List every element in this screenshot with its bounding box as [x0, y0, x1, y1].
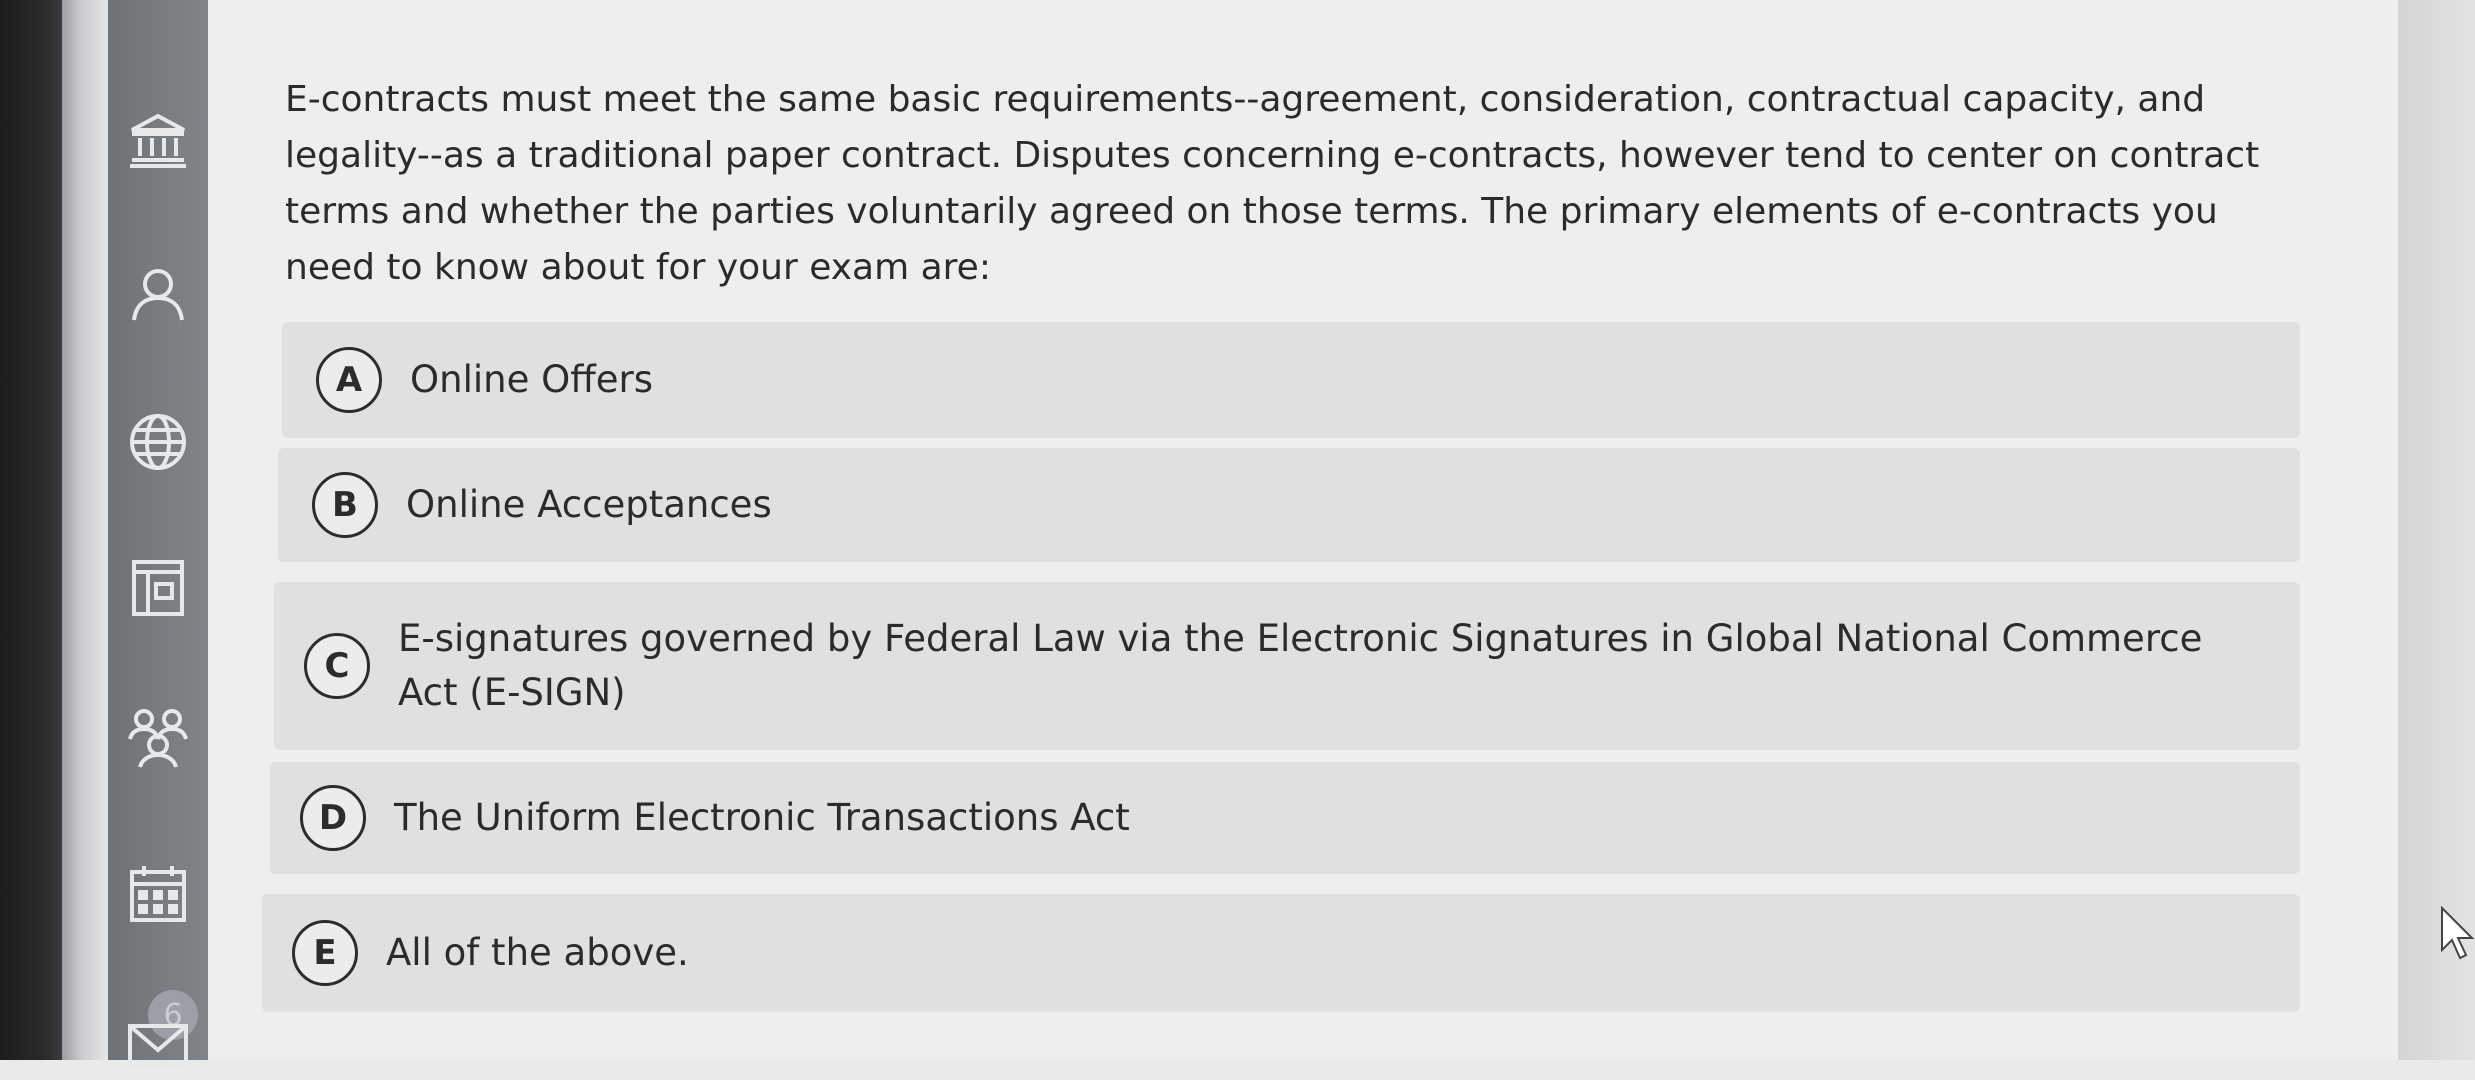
option-label: The Uniform Electronic Transactions Act [394, 796, 1130, 839]
answer-option-d[interactable]: D The Uniform Electronic Transactions Ac… [270, 762, 2300, 874]
option-letter-badge: D [300, 785, 366, 851]
option-label: E-signatures governed by Federal Law via… [398, 617, 2203, 714]
answer-option-c[interactable]: C E-signatures governed by Federal Law v… [274, 582, 2300, 750]
device-bezel [0, 0, 62, 1060]
layout-icon[interactable] [126, 556, 190, 620]
user-icon[interactable] [126, 262, 190, 326]
group-icon[interactable] [126, 705, 190, 769]
option-letter-badge: C [304, 633, 370, 699]
option-letter-badge: B [312, 472, 378, 538]
option-label: All of the above. [386, 931, 689, 974]
institution-icon[interactable] [126, 108, 190, 172]
option-letter-badge: E [292, 920, 358, 986]
bezel-strip [62, 0, 108, 1060]
option-label: Online Acceptances [406, 483, 772, 526]
answer-option-a[interactable]: A Online Offers [282, 322, 2300, 438]
option-letter-badge: A [316, 347, 382, 413]
calendar-icon[interactable] [126, 862, 190, 926]
window-edge [2398, 0, 2475, 1060]
globe-icon[interactable] [126, 410, 190, 474]
sidebar: 6 [108, 0, 208, 1068]
answer-option-e[interactable]: E All of the above. [262, 894, 2300, 1012]
option-label: Online Offers [410, 358, 653, 401]
mail-icon[interactable] [126, 1016, 190, 1080]
mouse-cursor-icon [2441, 906, 2475, 960]
question-text: E-contracts must meet the same basic req… [285, 79, 2260, 288]
answer-option-b[interactable]: B Online Acceptances [278, 448, 2300, 562]
